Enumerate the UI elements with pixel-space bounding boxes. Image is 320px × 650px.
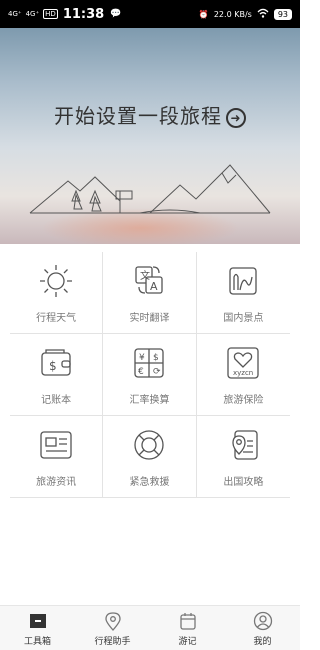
arrow-right-circle-icon: ➜ <box>226 107 246 128</box>
toolbox-icon <box>27 610 49 632</box>
svg-text:$: $ <box>153 353 159 363</box>
hd-badge: HD <box>43 9 58 19</box>
wallet-icon: $ <box>36 343 76 383</box>
tool-currency[interactable]: ¥ $ € ⟳ 汇率换算 <box>103 334 197 416</box>
svg-text:⟳: ⟳ <box>153 367 161 377</box>
user-icon <box>252 610 274 632</box>
tool-label: 出国攻略 <box>223 477 264 488</box>
hero-title: 开始设置一段旅程 <box>54 104 222 128</box>
tool-insurance[interactable]: xyzcn 旅游保险 <box>196 334 290 416</box>
location-pin-icon <box>102 610 124 632</box>
tool-weather[interactable]: 行程天气 <box>10 252 104 334</box>
tab-travel-notes[interactable]: 游记 <box>150 606 225 650</box>
map-landscape-icon <box>223 261 263 301</box>
bottom-tab-bar: 工具箱 行程助手 游记 我的 <box>0 605 300 650</box>
tab-label: 游记 <box>178 636 197 647</box>
tool-rescue[interactable]: 紧急救援 <box>103 416 197 498</box>
svg-text:$: $ <box>49 359 57 373</box>
insurance-heart-icon: xyzcn <box>223 343 263 383</box>
mountain-landscape-illustration <box>29 164 271 214</box>
hero-banner[interactable]: 开始设置一段旅程 ➜ <box>0 28 300 244</box>
travel-guide-icon <box>223 425 263 465</box>
wifi-icon <box>257 8 269 20</box>
tool-label: 实时翻译 <box>129 313 170 324</box>
tab-label: 我的 <box>253 636 272 647</box>
network-speed: 22.0 KB/s <box>213 9 252 19</box>
news-icon <box>36 425 76 465</box>
tab-toolbox[interactable]: 工具箱 <box>0 606 75 650</box>
notebook-icon <box>177 610 199 632</box>
status-time: 11:38 <box>62 6 105 22</box>
start-trip-button[interactable]: 开始设置一段旅程 ➜ <box>0 100 300 129</box>
signal-indicator-1: 4G⁺ <box>8 10 22 18</box>
tool-translate[interactable]: 文A 实时翻译 <box>103 252 197 334</box>
tool-ledger[interactable]: $ 记账本 <box>10 334 104 416</box>
tool-label: 记账本 <box>41 395 72 406</box>
tab-me[interactable]: 我的 <box>225 606 300 650</box>
lifebuoy-icon <box>129 425 169 465</box>
status-bar: 4G⁺ 4G⁺ HD 11:38 💬 ⏰ 22.0 KB/s 93 <box>0 0 300 28</box>
tool-guide[interactable]: 出国攻略 <box>196 416 290 498</box>
tool-label: 行程天气 <box>36 313 77 324</box>
tool-attractions[interactable]: 国内景点 <box>196 252 290 334</box>
svg-text:A: A <box>150 280 158 293</box>
tool-label: 汇率换算 <box>129 395 170 406</box>
tab-trip-assistant[interactable]: 行程助手 <box>75 606 150 650</box>
svg-text:¥: ¥ <box>139 353 145 363</box>
message-icon: 💬 <box>110 9 122 19</box>
tool-label: 国内景点 <box>223 313 264 324</box>
svg-text:文: 文 <box>140 269 150 282</box>
tab-label: 工具箱 <box>23 636 51 647</box>
tool-grid: 行程天气 文A 实时翻译 国内景点 $ 记账本 ¥ $ € ⟳ 汇率换算 xyzcn … <box>10 252 290 498</box>
tool-news[interactable]: 旅游资讯 <box>10 416 104 498</box>
signal-indicator-2: 4G⁺ <box>25 10 40 18</box>
sun-icon <box>36 261 76 301</box>
tab-label: 行程助手 <box>94 636 131 647</box>
translate-icon: 文A <box>129 261 169 301</box>
alarm-icon: ⏰ <box>198 9 209 19</box>
tool-label: 旅游保险 <box>223 395 264 406</box>
currency-exchange-icon: ¥ $ € ⟳ <box>129 343 169 383</box>
svg-text:€: € <box>138 367 144 377</box>
insurance-icon-text: xyzcn <box>233 369 253 377</box>
tool-label: 旅游资讯 <box>36 477 77 488</box>
tool-label: 紧急救援 <box>129 477 170 488</box>
battery-indicator: 93 <box>273 8 292 20</box>
